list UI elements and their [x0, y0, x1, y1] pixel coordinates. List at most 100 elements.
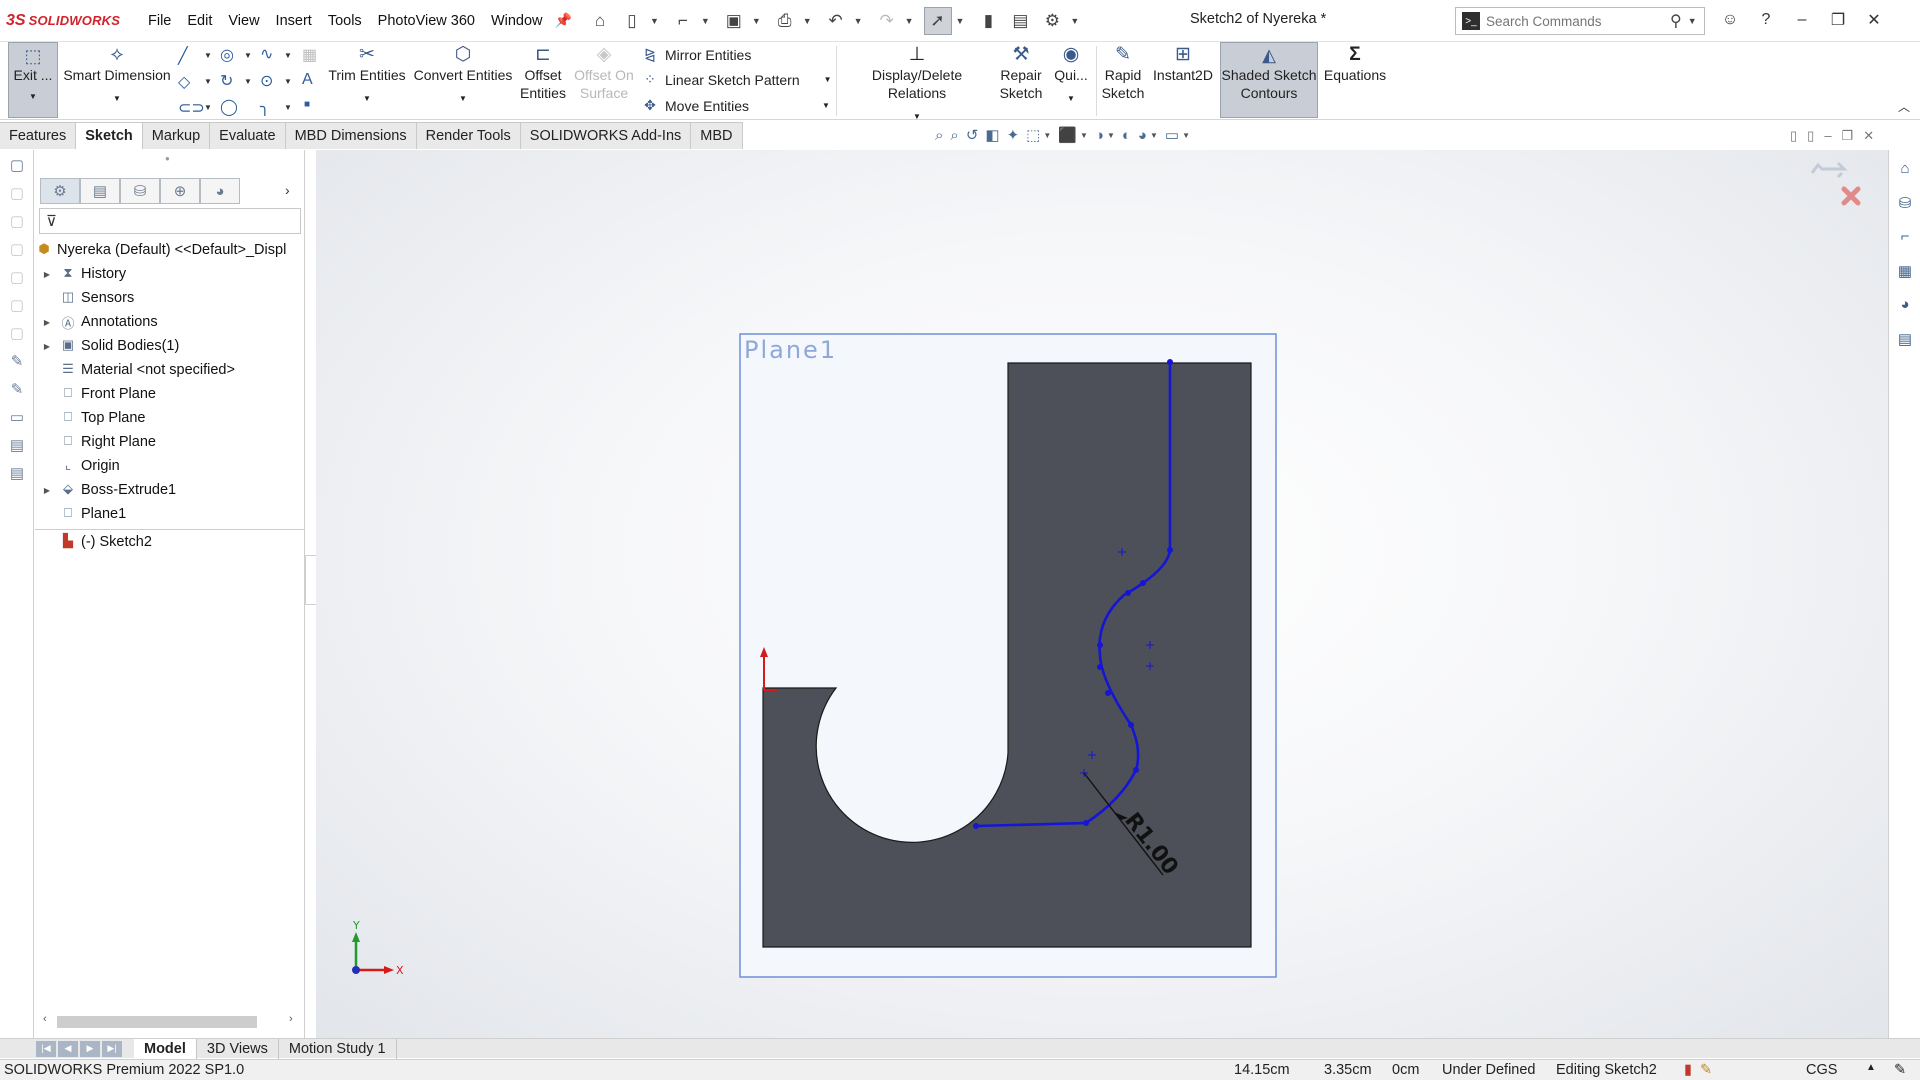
offset-on-surface-button[interactable]: ◈ Offset On Surface — [572, 44, 636, 102]
tab-addins[interactable]: SOLIDWORKS Add-Ins — [520, 122, 692, 149]
tree-item-history[interactable]: ▶ ⧗ History — [35, 262, 305, 286]
arc-caret-icon[interactable]: ▼ — [244, 77, 252, 86]
view-settings-caret-icon[interactable]: ▼ — [1182, 131, 1190, 140]
menu-window[interactable]: Window — [483, 13, 551, 29]
arc-icon[interactable]: ↻ — [220, 71, 233, 91]
expand-arrow-icon[interactable]: ▶ — [41, 342, 53, 351]
tab-mbd-dimensions[interactable]: MBD Dimensions — [285, 122, 417, 149]
file-explorer-icon[interactable]: ⌐ — [1893, 228, 1917, 252]
instant2d-button[interactable]: ⊞ Instant2D — [1150, 44, 1216, 84]
tree-item-plane1[interactable]: ⎕ Plane1 — [35, 502, 305, 526]
tile-right-icon[interactable]: ▯ — [1807, 128, 1814, 144]
fillet-caret-icon[interactable]: ▼ — [284, 103, 292, 112]
tab-sketch[interactable]: Sketch — [76, 122, 143, 149]
scroll-right-icon[interactable]: › — [289, 1013, 293, 1025]
viewport-minimize-icon[interactable]: – — [1824, 128, 1831, 144]
section-view-icon[interactable]: ◧ — [985, 126, 999, 144]
tree-item-sensors[interactable]: ◫ Sensors — [35, 286, 305, 310]
hide-show-caret-icon[interactable]: ▼ — [1107, 131, 1115, 140]
scroll-thumb[interactable] — [57, 1016, 257, 1028]
rapid-sketch-button[interactable]: ✎ Rapid Sketch — [1100, 44, 1146, 102]
rectangle-caret-icon[interactable]: ▼ — [204, 77, 212, 86]
custom-properties-icon[interactable]: ▤ — [1893, 330, 1917, 354]
collapse-ribbon-icon[interactable]: ︿ — [1898, 98, 1910, 115]
tab-motion-study[interactable]: Motion Study 1 — [279, 1038, 397, 1059]
spline-icon[interactable]: ∿ — [260, 44, 273, 64]
menu-tools[interactable]: Tools — [320, 13, 370, 29]
tile-left-icon[interactable]: ▯ — [1790, 128, 1797, 144]
sketch-tool-icon-7[interactable]: ▢ — [6, 324, 28, 346]
smart-dimension-caret-icon[interactable]: ▼ — [113, 90, 121, 108]
display-manager-tab-icon[interactable]: ◕ — [200, 178, 240, 204]
tree-item-sketch2[interactable]: ▙ (-) Sketch2 — [35, 529, 305, 553]
chevron-right-icon[interactable]: › — [285, 182, 290, 198]
expand-arrow-icon[interactable]: ▶ — [41, 486, 53, 495]
sketch-picture-icon[interactable]: ▦ — [302, 45, 317, 65]
help-icon[interactable]: ? — [1748, 6, 1784, 34]
exit-sketch-corner-icon[interactable] — [1810, 161, 1848, 174]
orientation-caret-icon[interactable]: ▼ — [1043, 131, 1051, 140]
repair-sketch-button[interactable]: ⚒ Repair Sketch — [998, 44, 1044, 102]
relations-status-icon[interactable]: ✎ — [1700, 1062, 1712, 1078]
tree-item-boss-extrude[interactable]: ▶ ⬙ Boss-Extrude1 — [35, 478, 305, 502]
units-system[interactable]: CGS — [1806, 1062, 1837, 1078]
pin-menu-icon[interactable]: 📌 — [555, 12, 572, 29]
view-settings-icon[interactable]: ▭ — [1165, 126, 1179, 144]
redo-caret-icon[interactable]: ▼ — [905, 16, 914, 26]
rectangle-icon[interactable]: ◇ — [178, 72, 190, 92]
tree-horizontal-scrollbar[interactable]: ‹ › — [39, 1013, 301, 1031]
convert-caret-icon[interactable]: ▼ — [459, 90, 467, 108]
solidworks-resources-icon[interactable]: ⌂ — [1893, 160, 1917, 184]
home-icon[interactable]: ⌂ — [586, 7, 614, 35]
quick-snaps-caret-icon[interactable]: ▼ — [1067, 90, 1075, 108]
spline-caret-icon[interactable]: ▼ — [284, 51, 292, 60]
print-caret-icon[interactable]: ▼ — [803, 16, 812, 26]
save-caret-icon[interactable]: ▼ — [752, 16, 761, 26]
display-style-icon[interactable]: ⬛ — [1058, 126, 1077, 144]
view-palette-icon[interactable]: ▦ — [1893, 262, 1917, 286]
search-icon[interactable]: ⚲ — [1670, 11, 1682, 31]
move-entities-button[interactable]: ✥ Move Entities ▼ — [642, 97, 830, 114]
scroll-left-icon[interactable]: ‹ — [43, 1013, 47, 1025]
undo-caret-icon[interactable]: ▼ — [854, 16, 863, 26]
ellipse-icon[interactable]: ◯ — [220, 97, 238, 117]
search-caret-icon[interactable]: ▼ — [1688, 16, 1697, 26]
display-style-caret-icon[interactable]: ▼ — [1080, 131, 1088, 140]
rebuild-icon[interactable]: ▮ — [974, 7, 1002, 35]
dynamic-annotation-icon[interactable]: ✦ — [1007, 126, 1020, 144]
options-caret-icon[interactable]: ▼ — [1070, 16, 1079, 26]
tree-item-top-plane[interactable]: ⎕ Top Plane — [35, 406, 305, 430]
new-caret-icon[interactable]: ▼ — [650, 16, 659, 26]
viewport-restore-icon[interactable]: ❐ — [1842, 128, 1854, 144]
select-pointer-icon[interactable]: ➚ — [923, 6, 952, 35]
expand-arrow-icon[interactable]: ▶ — [41, 270, 53, 279]
sketch-tool-icon-1[interactable]: ▢ — [6, 156, 28, 178]
first-tab-icon[interactable]: |◀ — [36, 1040, 56, 1057]
polygon-caret-icon[interactable]: ▼ — [284, 77, 292, 86]
open-icon[interactable]: ⌐ — [669, 7, 697, 35]
file-properties-icon[interactable]: ▤ — [1006, 7, 1034, 35]
tree-filter[interactable]: ⊽ — [39, 208, 301, 234]
exit-sketch-button[interactable]: ⬚ Exit ... ▼ — [8, 42, 58, 118]
tab-features[interactable]: Features — [0, 122, 77, 149]
trim-caret-icon[interactable]: ▼ — [363, 90, 371, 108]
hide-show-items-icon[interactable]: ◑ — [1095, 127, 1104, 144]
configuration-tab-icon[interactable]: ⛁ — [120, 178, 160, 204]
print-icon[interactable]: ⎙ — [771, 7, 799, 35]
menu-edit[interactable]: Edit — [179, 13, 220, 29]
exit-caret-icon[interactable]: ▼ — [9, 92, 57, 101]
menu-view[interactable]: View — [220, 13, 267, 29]
sketch-tool-icon-9[interactable]: ✎ — [6, 380, 28, 402]
tree-root-part[interactable]: ⬢ Nyereka (Default) <<Default>_Displ — [35, 238, 305, 262]
confirmation-corner[interactable] — [1808, 155, 1868, 215]
save-icon[interactable]: ▣ — [720, 7, 748, 35]
model-view[interactable]: Plane1 R1.00 Y X — [316, 150, 1888, 1040]
edit-appearance-icon[interactable]: ◐ — [1122, 127, 1131, 144]
close-icon[interactable]: ✕ — [1856, 6, 1892, 34]
tab-evaluate[interactable]: Evaluate — [210, 122, 286, 149]
property-manager-tab-icon[interactable]: ▤ — [80, 178, 120, 204]
view-orientation-icon[interactable]: ⬚ — [1026, 126, 1040, 144]
select-caret-icon[interactable]: ▼ — [956, 16, 965, 26]
next-tab-icon[interactable]: ▶ — [80, 1040, 100, 1057]
previous-view-icon[interactable]: ↺ — [966, 126, 979, 144]
